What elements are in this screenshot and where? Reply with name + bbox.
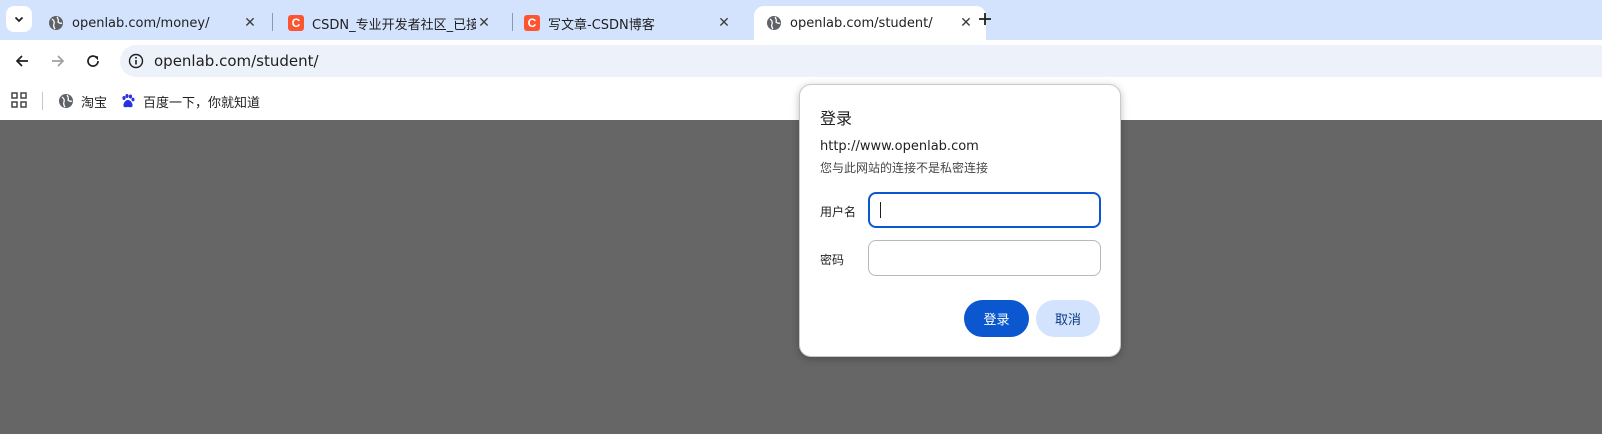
close-icon[interactable]: ✕ [716, 15, 732, 31]
tab-title: CSDN_专业开发者社区_已接入 [312, 17, 476, 33]
tab-title: 写文章-CSDN博客 [548, 17, 655, 33]
bookmark-taobao[interactable]: 淘宝 [58, 91, 107, 111]
bookmark-label: 淘宝 [81, 95, 108, 111]
tab-student[interactable]: openlab.com/student/ ✕ [754, 6, 986, 40]
baidu-paw-icon [120, 93, 136, 109]
csdn-logo-letter: C [288, 15, 304, 31]
tab-strip: openlab.com/money/ ✕ C CSDN_专业开发者社区_已接入 … [0, 0, 1602, 40]
csdn-logo-icon: C [288, 15, 304, 31]
apps-grid-icon[interactable] [10, 91, 28, 109]
new-tab-button[interactable] [974, 8, 996, 30]
close-icon[interactable]: ✕ [242, 15, 258, 31]
reload-icon [87, 55, 99, 67]
tab-title: openlab.com/money/ [72, 15, 210, 31]
address-url: openlab.com/student/ [154, 52, 319, 70]
tab-title: openlab.com/student/ [790, 15, 933, 31]
bookmarks-separator [42, 92, 43, 110]
chevron-down-icon [14, 16, 24, 23]
close-icon[interactable]: ✕ [476, 15, 492, 31]
dialog-title: 登录 [820, 109, 853, 128]
username-input[interactable] [868, 192, 1101, 228]
username-label: 用户名 [820, 205, 857, 219]
arrow-right-icon [52, 55, 65, 67]
tab-money[interactable]: openlab.com/money/ ✕ [36, 6, 270, 40]
password-input[interactable] [868, 240, 1101, 276]
cancel-button[interactable]: 取消 [1036, 300, 1100, 337]
tab-separator [272, 13, 273, 31]
reload-button[interactable] [82, 50, 104, 72]
address-bar[interactable]: openlab.com/student/ [120, 45, 1602, 77]
toolbar: openlab.com/student/ [0, 40, 1602, 82]
bookmark-label: 百度一下，你就知道 [143, 95, 261, 111]
tab-csdn-write[interactable]: C 写文章-CSDN博客 ✕ [512, 6, 744, 40]
back-button[interactable] [11, 50, 33, 72]
site-info-icon[interactable] [126, 51, 146, 71]
globe-icon [58, 93, 74, 109]
text-caret [880, 202, 881, 218]
tab-csdn-home[interactable]: C CSDN_专业开发者社区_已接入 ✕ [276, 6, 504, 40]
csdn-logo-letter: C [524, 15, 540, 31]
password-label: 密码 [820, 253, 845, 267]
tab-search-button[interactable] [6, 6, 32, 32]
globe-icon [48, 15, 64, 31]
close-icon[interactable]: ✕ [958, 15, 974, 31]
bookmark-baidu[interactable]: 百度一下，你就知道 [120, 91, 260, 111]
plus-icon [979, 13, 991, 25]
forward-button[interactable] [47, 50, 69, 72]
csdn-logo-icon: C [524, 15, 540, 31]
arrow-left-icon [15, 55, 28, 67]
http-auth-dialog: 登录 http://www.openlab.com 您与此网站的连接不是私密连接… [799, 84, 1121, 357]
globe-icon [766, 15, 782, 31]
dialog-warning: 您与此网站的连接不是私密连接 [820, 161, 989, 175]
sign-in-button[interactable]: 登录 [964, 300, 1029, 337]
dialog-host: http://www.openlab.com [820, 139, 979, 154]
